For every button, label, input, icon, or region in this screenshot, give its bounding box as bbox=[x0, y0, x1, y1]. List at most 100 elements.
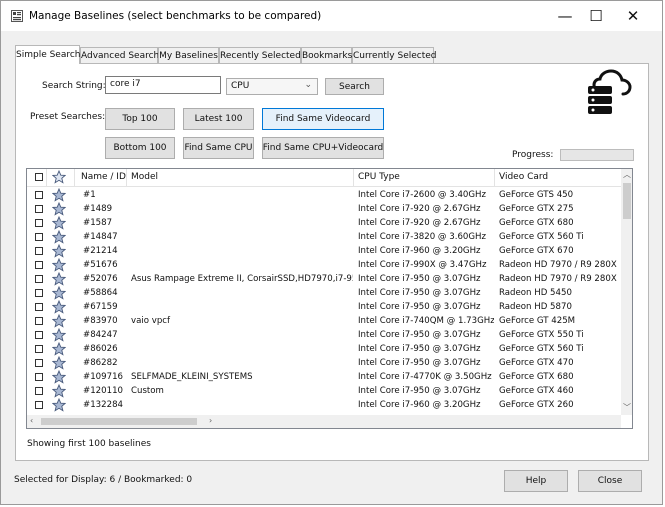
table-row[interactable]: #120110 Custom Intel Core i7-950 @ 3.07GHz… bbox=[27, 384, 622, 398]
table-row[interactable]: #1 Intel Core i7-2600 @ 3.40GHz GeForce GT… bbox=[27, 188, 622, 202]
row-checkbox[interactable] bbox=[35, 191, 43, 199]
cell-name-id: #109716 bbox=[83, 372, 124, 382]
select-all-checkbox[interactable] bbox=[35, 173, 43, 181]
help-button[interactable]: Help bbox=[504, 470, 568, 492]
column-header-name[interactable]: Name / ID bbox=[81, 169, 126, 186]
progress-label: Progress: bbox=[512, 150, 554, 160]
tab-currently-selected[interactable]: Currently Selected bbox=[352, 47, 437, 63]
column-header-cpu-type[interactable]: CPU Type bbox=[358, 169, 400, 186]
star-icon[interactable] bbox=[52, 370, 66, 384]
cell-video-card: Radeon HD 7970 / R9 280X bbox=[499, 274, 617, 284]
table-row[interactable]: #67159 Intel Core i7-950 @ 3.07GHz Radeon … bbox=[27, 300, 622, 314]
cell-cpu-type: Intel Core i7-950 @ 3.07GHz bbox=[358, 274, 481, 284]
title-bar[interactable]: Manage Baselines (select benchmarks to b… bbox=[1, 1, 662, 31]
scroll-down-arrow-icon[interactable]: ﹀ bbox=[623, 403, 631, 413]
star-icon[interactable] bbox=[52, 244, 66, 258]
cell-name-id: #21214 bbox=[83, 246, 118, 256]
find-same-cpu-videocard-button[interactable]: Find Same CPU+Videocard bbox=[262, 137, 384, 159]
tab-bookmarks[interactable]: Bookmarks bbox=[301, 47, 352, 63]
star-icon[interactable] bbox=[52, 258, 66, 272]
star-icon[interactable] bbox=[52, 300, 66, 314]
scroll-left-arrow-icon[interactable]: ‹ bbox=[30, 416, 33, 426]
table-header: Name / ID Model CPU Type Video Card bbox=[27, 169, 622, 187]
tab-my-baselines[interactable]: My Baselines bbox=[158, 47, 219, 63]
row-checkbox[interactable] bbox=[35, 247, 43, 255]
column-header-video-card[interactable]: Video Card bbox=[499, 169, 548, 186]
star-icon[interactable] bbox=[52, 216, 66, 230]
table-row[interactable]: #58864 Intel Core i7-950 @ 3.07GHz Radeon … bbox=[27, 286, 622, 300]
row-checkbox[interactable] bbox=[35, 317, 43, 325]
search-input[interactable]: core i7 bbox=[105, 76, 221, 94]
table-row[interactable]: #14847 Intel Core i7-3820 @ 3.60GHz GeForc… bbox=[27, 230, 622, 244]
category-select-value: CPU bbox=[231, 81, 250, 91]
table-row[interactable]: #1489 Intel Core i7-920 @ 2.67GHz GeForce … bbox=[27, 202, 622, 216]
table-row[interactable]: #86282 Intel Core i7-950 @ 3.07GHz GeForce… bbox=[27, 356, 622, 370]
scroll-right-arrow-icon[interactable]: › bbox=[209, 416, 212, 426]
row-checkbox[interactable] bbox=[35, 261, 43, 269]
star-icon[interactable] bbox=[52, 272, 66, 286]
vertical-scrollbar[interactable]: ︿ ﹀ bbox=[621, 169, 632, 415]
category-select[interactable]: CPU ⌄ bbox=[226, 78, 318, 95]
row-checkbox[interactable] bbox=[35, 345, 43, 353]
star-icon[interactable] bbox=[52, 328, 66, 342]
row-checkbox[interactable] bbox=[35, 331, 43, 339]
minimize-button[interactable]: — bbox=[550, 5, 580, 27]
close-window-button[interactable]: ✕ bbox=[618, 5, 648, 27]
star-icon[interactable] bbox=[52, 342, 66, 356]
status-text: Showing first 100 baselines bbox=[27, 439, 151, 449]
row-checkbox[interactable] bbox=[35, 275, 43, 283]
row-checkbox[interactable] bbox=[35, 289, 43, 297]
cell-name-id: #132284 bbox=[83, 400, 124, 410]
table-row[interactable]: #84247 Intel Core i7-950 @ 3.07GHz GeForce… bbox=[27, 328, 622, 342]
row-checkbox[interactable] bbox=[35, 303, 43, 311]
star-icon[interactable] bbox=[52, 286, 66, 300]
row-checkbox[interactable] bbox=[35, 387, 43, 395]
column-separator bbox=[46, 169, 47, 186]
header-star-icon[interactable] bbox=[52, 170, 66, 184]
star-icon[interactable] bbox=[52, 384, 66, 398]
star-icon[interactable] bbox=[52, 314, 66, 328]
row-checkbox[interactable] bbox=[35, 373, 43, 381]
bottom-100-button[interactable]: Bottom 100 bbox=[105, 137, 175, 159]
table-row[interactable]: #51676 Intel Core i7-990X @ 3.47GHz Radeon… bbox=[27, 258, 622, 272]
close-button[interactable]: Close bbox=[578, 470, 642, 492]
row-checkbox[interactable] bbox=[35, 205, 43, 213]
cell-cpu-type: Intel Core i7-3820 @ 3.60GHz bbox=[358, 232, 487, 242]
horizontal-scroll-thumb[interactable] bbox=[41, 418, 197, 425]
table-row[interactable]: #1587 Intel Core i7-920 @ 2.67GHz GeForce … bbox=[27, 216, 622, 230]
star-icon[interactable] bbox=[52, 202, 66, 216]
row-checkbox[interactable] bbox=[35, 219, 43, 227]
star-icon[interactable] bbox=[52, 398, 66, 412]
star-icon[interactable] bbox=[52, 356, 66, 370]
selection-summary: Selected for Display: 6 / Bookmarked: 0 bbox=[14, 475, 193, 485]
tab-recently-selected[interactable]: Recently Selected bbox=[219, 47, 301, 63]
cell-video-card: GeForce GTX 460 bbox=[499, 386, 574, 396]
scroll-up-arrow-icon[interactable]: ︿ bbox=[623, 170, 631, 180]
row-checkbox[interactable] bbox=[35, 359, 43, 367]
cell-cpu-type: Intel Core i7-950 @ 3.07GHz bbox=[358, 344, 481, 354]
cell-video-card: Radeon HD 5450 bbox=[499, 288, 572, 298]
table-row[interactable]: #86026 Intel Core i7-950 @ 3.07GHz GeForce… bbox=[27, 342, 622, 356]
maximize-button[interactable]: ☐ bbox=[581, 5, 611, 27]
latest-100-button[interactable]: Latest 100 bbox=[183, 108, 254, 130]
column-separator bbox=[494, 169, 495, 186]
vertical-scroll-thumb[interactable] bbox=[623, 183, 631, 219]
find-same-cpu-button[interactable]: Find Same CPU bbox=[183, 137, 254, 159]
star-icon[interactable] bbox=[52, 230, 66, 244]
table-row[interactable]: #83970 vaio vpcf Intel Core i7-740QM @ 1.7… bbox=[27, 314, 622, 328]
table-row[interactable]: #109716 SELFMADE_KLEINI_SYSTEMS Intel Core… bbox=[27, 370, 622, 384]
find-same-videocard-button[interactable]: Find Same Videocard bbox=[262, 108, 384, 130]
horizontal-scrollbar[interactable]: ‹ › bbox=[27, 415, 621, 428]
table-row[interactable]: #21214 Intel Core i7-960 @ 3.20GHz GeForce… bbox=[27, 244, 622, 258]
row-checkbox[interactable] bbox=[35, 401, 43, 409]
table-row[interactable]: #52076 Asus Rampage Extreme II, CorsairSS… bbox=[27, 272, 622, 286]
cell-cpu-type: Intel Core i7-920 @ 2.67GHz bbox=[358, 204, 481, 214]
column-header-model[interactable]: Model bbox=[131, 169, 158, 186]
tab-advanced-search[interactable]: Advanced Search bbox=[80, 47, 159, 63]
table-row[interactable]: #132284 Intel Core i7-960 @ 3.20GHz GeForc… bbox=[27, 398, 622, 412]
star-icon[interactable] bbox=[52, 188, 66, 202]
top-100-button[interactable]: Top 100 bbox=[105, 108, 175, 130]
row-checkbox[interactable] bbox=[35, 233, 43, 241]
search-button[interactable]: Search bbox=[325, 78, 384, 95]
tab-simple-search[interactable]: Simple Search bbox=[15, 45, 81, 64]
